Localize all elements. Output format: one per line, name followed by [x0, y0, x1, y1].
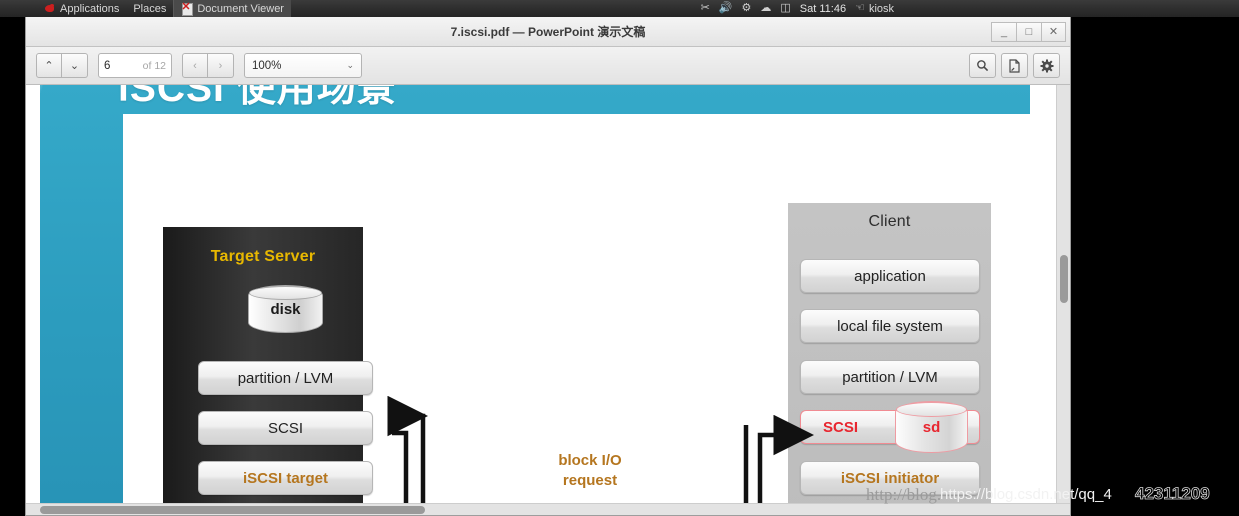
- search-button[interactable]: [969, 53, 996, 78]
- battery-icon[interactable]: ◫: [780, 3, 790, 14]
- document-viewer-icon: [181, 1, 194, 16]
- window-list-item-document-viewer[interactable]: Document Viewer: [173, 0, 291, 17]
- vertical-scrollbar[interactable]: [1056, 85, 1070, 503]
- pdf-page-area[interactable]: iSCSI 使用场景 Target Server disk partition …: [26, 85, 1056, 503]
- slide-canvas: iSCSI 使用场景 Target Server disk partition …: [40, 85, 1030, 503]
- page-stepper-group: ⌃ ⌄: [36, 53, 88, 78]
- client-sd-label: sd: [922, 418, 941, 436]
- block-io-request-line2: request: [562, 472, 618, 489]
- viewer-toolbar: ⌃ ⌄ 6 of 12 ‹ › 100% ⌄: [26, 47, 1070, 85]
- user-icon: ☜: [855, 2, 865, 14]
- target-disk-label: disk: [270, 300, 301, 318]
- user-menu-label: kiosk: [868, 2, 894, 15]
- watermark-white: https://blog.csdn.net/qq_4: [940, 486, 1112, 503]
- document-view: iSCSI 使用场景 Target Server disk partition …: [26, 85, 1070, 503]
- watermark-outline: 42311209: [1135, 484, 1210, 504]
- close-button[interactable]: ✕: [1041, 21, 1066, 42]
- history-back-button[interactable]: ‹: [182, 53, 208, 78]
- gear-icon: [1040, 59, 1053, 72]
- desktop-top-panel: Applications Places Document Viewer ✂ 🔊 …: [0, 0, 1239, 17]
- window-list-item-label: Document Viewer: [197, 2, 284, 15]
- page-number-value: 6: [104, 59, 111, 72]
- places-menu-label: Places: [133, 2, 167, 15]
- block-io-request-label: block I/O request: [510, 451, 670, 491]
- places-menu[interactable]: Places: [126, 0, 173, 17]
- previous-page-button[interactable]: ⌃: [36, 53, 62, 78]
- zoom-select[interactable]: 100% ⌄: [244, 53, 362, 78]
- vertical-scrollbar-thumb[interactable]: [1060, 255, 1068, 303]
- next-page-button[interactable]: ⌄: [62, 53, 88, 78]
- foot-icon: [45, 3, 56, 14]
- page-total-label: of 12: [142, 59, 166, 72]
- flow-arrows: [387, 395, 814, 503]
- panel-left-group: Applications Places Document Viewer: [0, 0, 291, 17]
- horizontal-scrollbar-thumb[interactable]: [40, 506, 425, 514]
- applications-menu-label: Applications: [60, 2, 120, 15]
- annotations-button[interactable]: [1001, 53, 1028, 78]
- watermark-grey: http://blog.: [866, 485, 942, 504]
- settings-button[interactable]: [1033, 53, 1060, 78]
- block-io-request-line1: block I/O: [558, 452, 622, 469]
- iscsi-diagram: Target Server disk partition / LVM SCSI: [40, 85, 1030, 503]
- wifi-icon[interactable]: ☁: [760, 3, 771, 14]
- document-viewer-window: 7.iscsi.pdf — PowerPoint 演示文稿 _ □ ✕ ⌃ ⌄ …: [25, 17, 1071, 516]
- toolbar-right-group: [969, 53, 1060, 78]
- page-number-input[interactable]: 6 of 12: [98, 53, 172, 78]
- scissors-icon[interactable]: ✂: [701, 3, 710, 14]
- bluetooth-icon[interactable]: ⚙: [742, 3, 752, 14]
- minimize-button[interactable]: _: [991, 21, 1016, 42]
- window-titlebar[interactable]: 7.iscsi.pdf — PowerPoint 演示文稿 _ □ ✕: [26, 17, 1070, 47]
- window-title: 7.iscsi.pdf — PowerPoint 演示文稿: [450, 25, 646, 39]
- clock[interactable]: Sat 11:46: [800, 3, 846, 15]
- document-page-icon: [1009, 58, 1020, 73]
- maximize-button[interactable]: □: [1016, 21, 1041, 42]
- applications-menu[interactable]: Applications: [38, 0, 126, 17]
- chevron-down-icon: ⌄: [346, 60, 354, 70]
- history-nav-group: ‹ ›: [182, 53, 234, 78]
- history-forward-button[interactable]: ›: [208, 53, 234, 78]
- panel-tray: ✂ 🔊 ⚙ ☁ ◫ Sat 11:46 ☜ kiosk: [701, 3, 1239, 15]
- user-menu[interactable]: ☜ kiosk: [855, 3, 894, 15]
- volume-muted-icon[interactable]: 🔊: [719, 3, 733, 14]
- search-icon: [977, 60, 989, 72]
- zoom-value: 100%: [252, 59, 282, 72]
- window-controls: _ □ ✕: [991, 21, 1070, 42]
- screen: Applications Places Document Viewer ✂ 🔊 …: [0, 0, 1239, 516]
